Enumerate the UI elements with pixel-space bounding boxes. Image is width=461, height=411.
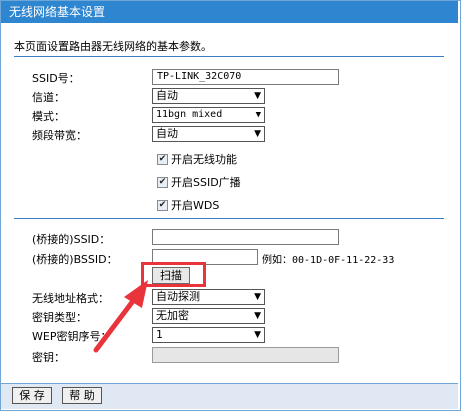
save-button[interactable]: 保 存 xyxy=(12,387,52,404)
red-arrow-annotation xyxy=(93,280,148,353)
help-button[interactable]: 帮 助 xyxy=(62,387,102,404)
